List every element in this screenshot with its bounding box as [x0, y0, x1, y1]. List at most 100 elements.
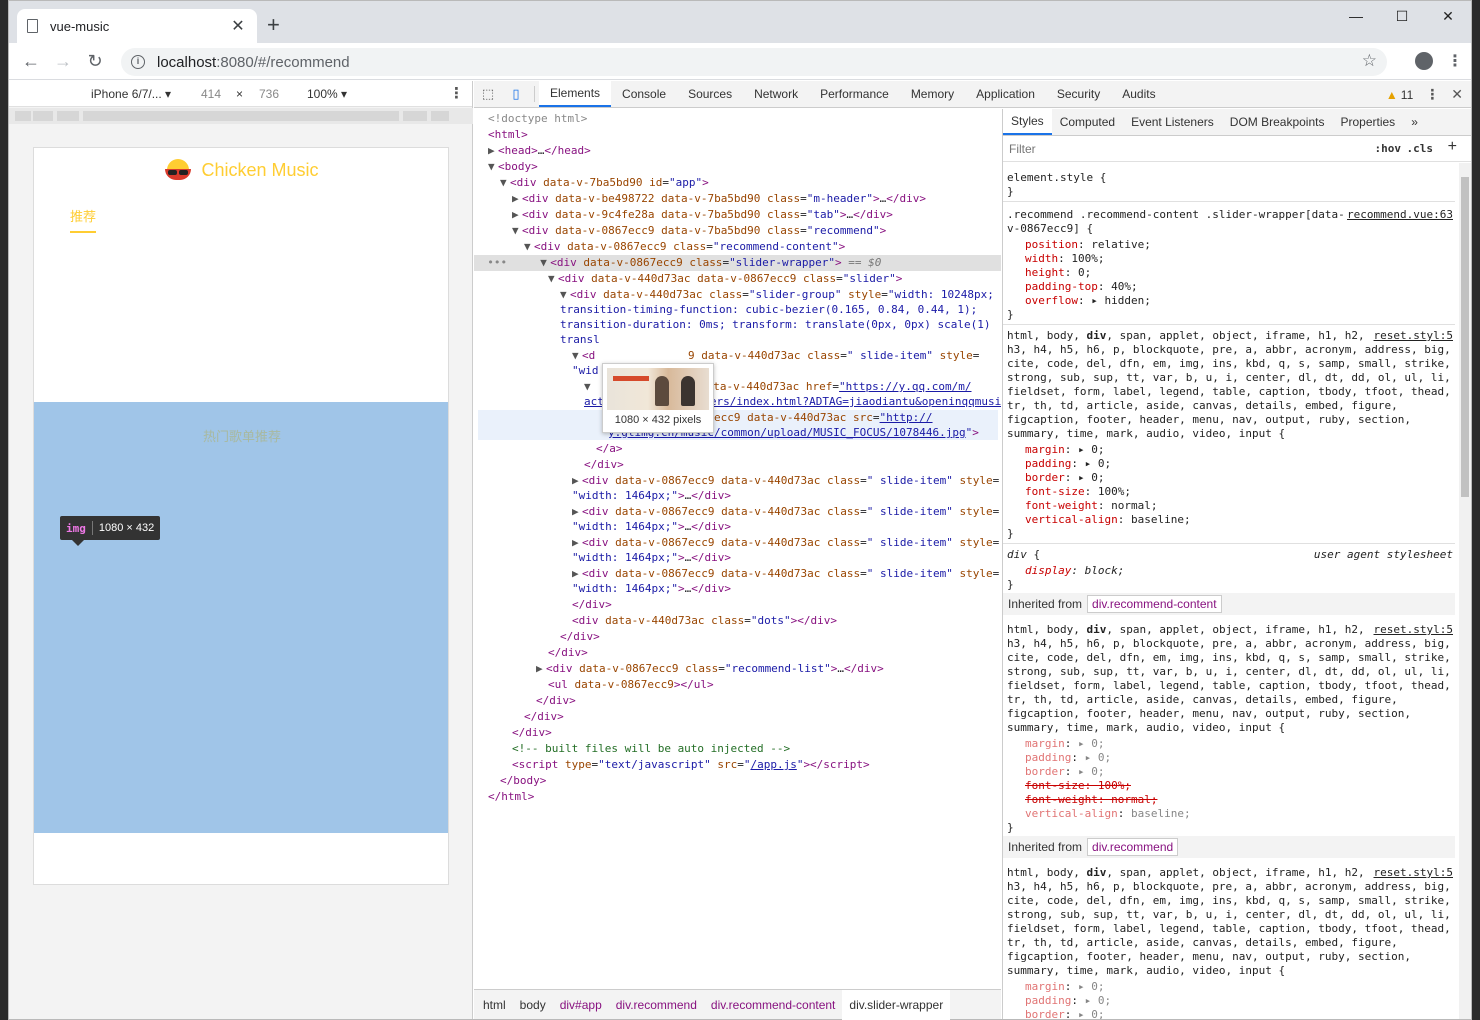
reset-selector[interactable]: html, body, div, span, applet, object, i…	[1007, 623, 1365, 637]
device-select[interactable]: iPhone 6/7/... ▾	[91, 87, 171, 101]
dom-line-selected[interactable]: ••• ▼ <div data-v-0867ecc9 class="slider-…	[474, 255, 1001, 271]
dom-line[interactable]: ▶ <div data-v-be498722 data-v-7ba5bd90 cl…	[512, 191, 926, 207]
new-rule-icon[interactable]: +	[1448, 138, 1457, 156]
dom-line[interactable]: </div>	[572, 597, 612, 613]
dom-line[interactable]: "width: 1464px;">…</div>	[572, 488, 731, 504]
dom-line[interactable]: <!-- built files will be auto injected -…	[512, 741, 790, 757]
css-decl[interactable]: padding: ▸ 0;	[1025, 457, 1111, 471]
dom-line[interactable]: "width: 1464px;">…</div>	[572, 550, 731, 566]
hov-toggle[interactable]: :hov	[1375, 142, 1402, 155]
dom-line[interactable]: </div>	[512, 725, 552, 741]
tab-sources[interactable]: Sources	[677, 81, 743, 107]
device-more-icon[interactable]: ⋮	[449, 84, 464, 102]
tab-properties[interactable]: Properties	[1332, 109, 1403, 135]
css-decl[interactable]: padding-top: 40%;	[1025, 280, 1138, 294]
dom-line[interactable]: "width: 1464px;">…</div>	[572, 581, 731, 597]
tab-audits[interactable]: Audits	[1111, 81, 1166, 107]
crumb-recommend-content[interactable]: div.recommend-content	[704, 990, 843, 1020]
rule1-selector[interactable]: .recommend .recommend-content .slider-wr…	[1007, 208, 1345, 222]
css-decl-overridden[interactable]: font-size: 100%;	[1025, 779, 1131, 793]
css-decl[interactable]: border: ▸ 0;	[1025, 471, 1105, 485]
tab-recommend[interactable]: 推荐	[70, 206, 97, 233]
dom-line[interactable]: transl	[560, 332, 600, 348]
crumb-slider-wrapper[interactable]: div.slider-wrapper	[842, 989, 951, 1020]
dom-line[interactable]: transition-duration: 0ms; transform: tra…	[560, 317, 990, 333]
dom-line[interactable]: </div>	[548, 645, 588, 661]
dom-line[interactable]: <html>	[488, 127, 528, 143]
inherited-selector[interactable]: div.recommend-content	[1087, 595, 1222, 613]
css-decl[interactable]: font-size: 100%;	[1025, 485, 1131, 499]
info-icon[interactable]: i	[131, 55, 145, 69]
browser-tab[interactable]: vue-music ✕	[17, 9, 257, 43]
dom-line[interactable]: ▼ <div data-v-0867ecc9 data-v-7ba5bd90 cl…	[512, 223, 886, 239]
dom-line[interactable]: "wid	[572, 363, 599, 379]
css-decl[interactable]: font-weight: normal;	[1025, 499, 1157, 513]
crumb-app[interactable]: div#app	[553, 990, 609, 1020]
tab-elements[interactable]: Elements	[539, 81, 612, 107]
dom-line[interactable]: ▶ <div data-v-0867ecc9 data-v-440d73ac cl…	[572, 535, 999, 551]
tab-security[interactable]: Security	[1046, 81, 1111, 107]
dom-line[interactable]: </div>	[560, 629, 600, 645]
dom-line[interactable]: ▼ <body>	[488, 159, 538, 175]
styles-filter-input[interactable]	[1009, 141, 1339, 156]
styles-scrollbar[interactable]	[1459, 163, 1471, 1019]
crumb-recommend[interactable]: div.recommend	[609, 990, 704, 1020]
minimize-button[interactable]: —	[1333, 1, 1379, 31]
reset-selector[interactable]: html, body, div, span, applet, object, i…	[1007, 329, 1365, 343]
reload-button[interactable]: ↻	[79, 51, 111, 72]
tab-dom-breakpoints[interactable]: DOM Breakpoints	[1222, 109, 1333, 135]
dom-line[interactable]: </html>	[488, 789, 534, 805]
dom-line[interactable]: ▶ <div data-v-0867ecc9 data-v-440d73ac cl…	[572, 504, 999, 520]
css-decl[interactable]: vertical-align: baseline;	[1025, 513, 1191, 527]
dom-line[interactable]: ▼ <div data-v-440d73ac data-v-0867ecc9 cl…	[548, 271, 902, 287]
zoom-select[interactable]: 100% ▾	[307, 87, 347, 101]
dom-line[interactable]: </body>	[500, 773, 546, 789]
dom-line[interactable]: <ul data-v-0867ecc9></ul>	[548, 677, 714, 693]
css-decl[interactable]: padding: ▸ 0;	[1025, 994, 1111, 1008]
dom-line[interactable]: </div>	[524, 709, 564, 725]
tab-application[interactable]: Application	[965, 81, 1046, 107]
device-toggle-icon[interactable]: ▯	[502, 81, 530, 107]
width-input[interactable]: 414	[201, 87, 221, 101]
dom-line[interactable]: ▼ <div data-v-0867ecc9 class="recommend-c…	[524, 239, 845, 255]
dom-line[interactable]: <script type="text/javascript" src="/app…	[512, 757, 870, 773]
dom-line[interactable]: ▶ <div data-v-0867ecc9 data-v-440d73ac cl…	[572, 566, 999, 582]
back-button[interactable]: ←	[15, 51, 47, 72]
dom-line[interactable]: ▼ <div data-v-7ba5bd90 id="app">	[500, 175, 709, 191]
dom-line[interactable]: <!doctype html>	[488, 111, 587, 127]
maximize-button[interactable]: ☐	[1379, 1, 1425, 31]
close-tab-icon[interactable]: ✕	[229, 16, 247, 36]
reset-source-link[interactable]: reset.styl:5	[1374, 866, 1453, 879]
css-decl[interactable]: border: ▸ 0;	[1025, 1008, 1105, 1019]
bookmark-star-icon[interactable]: ☆	[1362, 51, 1377, 71]
dom-line[interactable]: </div>	[536, 693, 576, 709]
element-style-rule[interactable]: element.style {	[1007, 171, 1106, 185]
media-query-ruler[interactable]	[9, 108, 473, 124]
rule1-source-link[interactable]: recommend.vue:63	[1347, 208, 1453, 221]
dom-line[interactable]: ▶ <head>…</head>	[488, 143, 591, 159]
css-decl[interactable]: padding: ▸ 0;	[1025, 751, 1111, 765]
dom-line[interactable]: "width: 1464px;">…</div>	[572, 519, 731, 535]
dom-line[interactable]: ▼ <d 9 data-v-440d73ac class=" slide-item…	[572, 348, 979, 364]
forward-button[interactable]: →	[47, 51, 79, 72]
css-decl[interactable]: height: 0;	[1025, 266, 1091, 280]
new-tab-button[interactable]: +	[267, 13, 280, 37]
dom-line[interactable]: </div>	[584, 457, 624, 473]
css-decl[interactable]: width: 100%;	[1025, 252, 1105, 266]
css-decl[interactable]: margin: ▸ 0;	[1025, 737, 1105, 751]
inspect-element-icon[interactable]: ⬚	[474, 81, 502, 107]
tab-console[interactable]: Console	[611, 81, 677, 107]
tab-styles[interactable]: Styles	[1003, 109, 1052, 135]
tab-network[interactable]: Network	[743, 81, 809, 107]
reset-source-link[interactable]: reset.styl:5	[1374, 329, 1453, 342]
css-decl[interactable]: border: ▸ 0;	[1025, 765, 1105, 779]
dom-line[interactable]: ▼ <div data-v-440d73ac class="slider-grou…	[560, 287, 994, 303]
reset-source-link[interactable]: reset.styl:5	[1374, 623, 1453, 636]
crumb-body[interactable]: body	[513, 990, 553, 1020]
close-window-button[interactable]: ✕	[1425, 1, 1471, 31]
height-input[interactable]: 736	[259, 87, 279, 101]
dom-line[interactable]: ▶ <div data-v-0867ecc9 class="recommend-l…	[536, 661, 884, 677]
tab-event-listeners[interactable]: Event Listeners	[1123, 109, 1222, 135]
css-decl[interactable]: overflow: ▸ hidden;	[1025, 294, 1151, 308]
tab-performance[interactable]: Performance	[809, 81, 900, 107]
